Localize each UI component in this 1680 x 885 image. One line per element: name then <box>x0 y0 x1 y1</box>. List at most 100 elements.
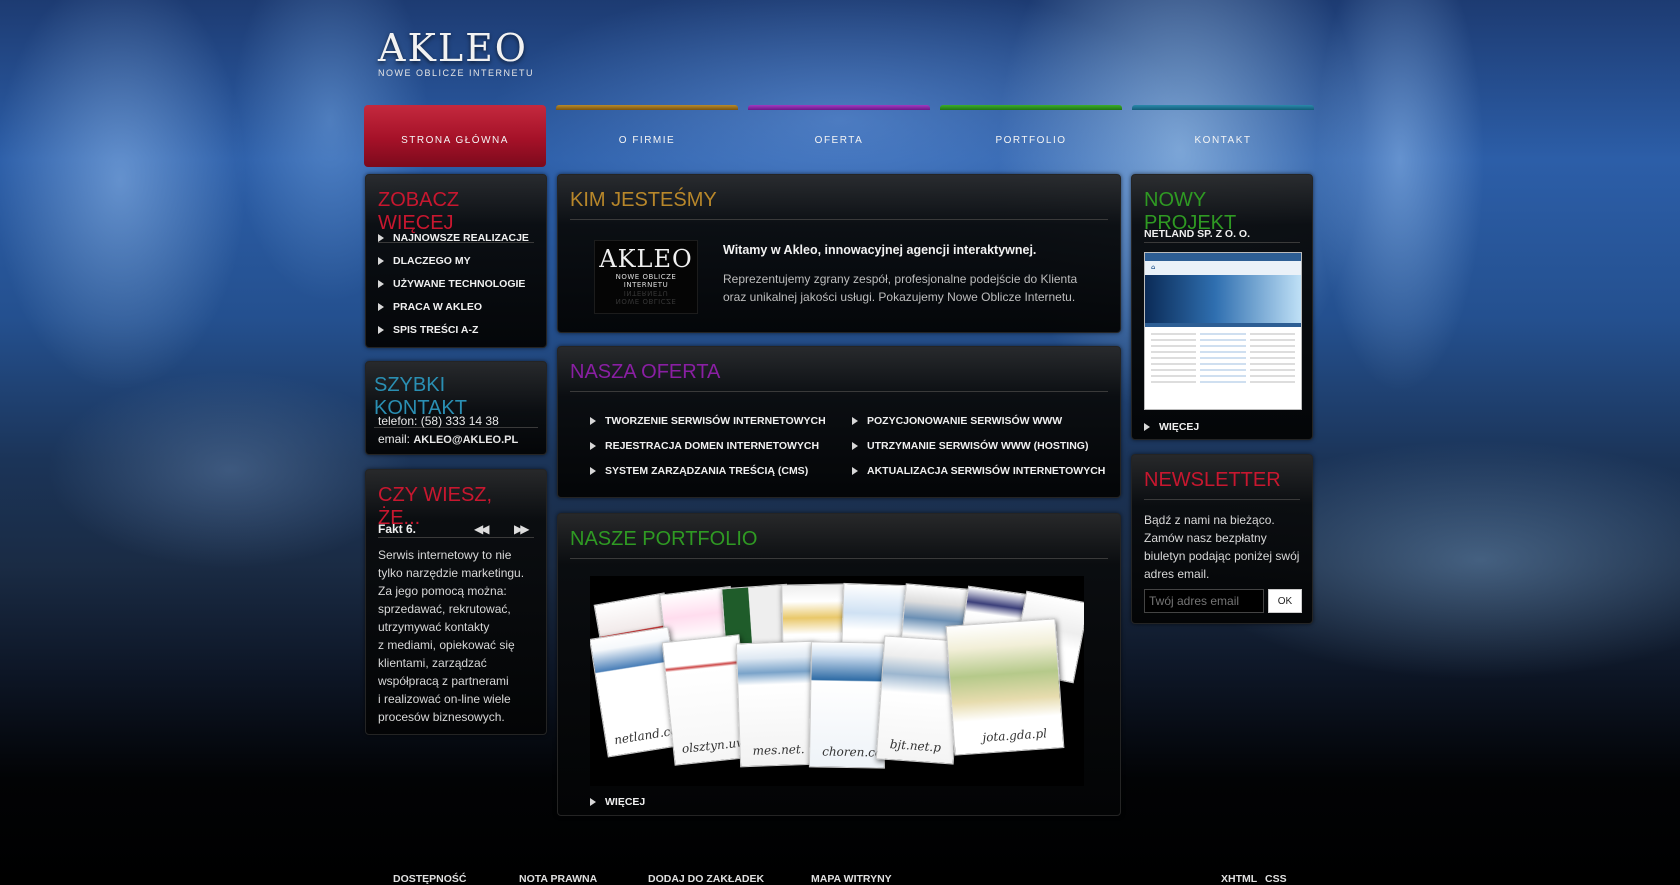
thumb-columns <box>1145 327 1301 389</box>
nav-contact-bar <box>1132 105 1314 110</box>
arrow-right-icon <box>590 798 596 806</box>
akleo-logo-image-name: AKLEO <box>599 245 693 273</box>
akleo-logo-image-tagline: NOWE OBLICZE INTERNETU <box>615 273 677 289</box>
new-project-thumbnail[interactable]: ⌂ <box>1144 252 1302 410</box>
akleo-logo-image: AKLEO NOWE OBLICZE INTERNETU NOWE OBLICZ… <box>594 240 698 314</box>
fact-text: Serwis internetowy to nie tylko narzędzi… <box>378 546 524 726</box>
offer-item-label: SYSTEM ZARZĄDZANIA TREŚCIĄ (CMS) <box>605 465 809 477</box>
offer-panel: NASZA OFERTA TWORZENIE SERWISÓW INTERNET… <box>557 346 1121 498</box>
fact-label: Fakt 6. <box>378 522 417 536</box>
footer-accessibility[interactable]: DOSTĘPNOŚĆ <box>393 873 467 885</box>
nav-portfolio[interactable]: PORTFOLIO <box>940 105 1122 167</box>
arrow-right-icon <box>378 280 384 288</box>
arrow-right-icon <box>1144 423 1150 431</box>
arrow-right-icon <box>852 467 858 475</box>
fact-line: z mediami, opiekować się <box>378 638 515 652</box>
newsletter-line: biuletyn podając poniżej swój <box>1144 549 1300 563</box>
footer-bookmark[interactable]: DODAJ DO ZAKŁADEK <box>648 873 764 885</box>
offer-title: NASZA OFERTA <box>570 361 1108 392</box>
logo-name: AKLEO <box>378 26 528 70</box>
quick-contact-panel: SZYBKI KONTAKT telefon: (58) 333 14 38 e… <box>365 361 547 455</box>
fact-line: i realizować on-line wiele <box>378 692 511 706</box>
offer-item[interactable]: AKTUALIZACJA SERWISÓW INTERNETOWYCH <box>852 463 1105 479</box>
nav-offer-label: OFERTA <box>814 134 864 146</box>
portfolio-card: mes.net. <box>735 640 819 768</box>
see-more-item[interactable]: DLACZEGO MY <box>378 250 529 273</box>
offer-item[interactable]: TWORZENIE SERWISÓW INTERNETOWYCH <box>590 413 826 429</box>
email-line: email: AKLEO@AKLEO.PL <box>378 430 518 448</box>
fact-line: procesów biznesowych. <box>378 710 505 724</box>
nav-home[interactable]: STRONA GŁÓWNA <box>364 105 546 167</box>
portfolio-card-label: bjt.net.p <box>889 737 942 755</box>
site-logo[interactable]: AKLEO NOWE OBLICZE INTERNETU <box>378 26 548 78</box>
see-more-item[interactable]: PRACA W AKLEO <box>378 296 529 319</box>
new-project-panel: NOWY PROJEKT NETLAND SP. Z O. O. ⌂ WIĘCE… <box>1131 174 1313 440</box>
portfolio-card-label: jota.gda.pl <box>981 726 1048 745</box>
offer-item[interactable]: SYSTEM ZARZĄDZANIA TREŚCIĄ (CMS) <box>590 463 808 479</box>
arrow-right-icon <box>378 326 384 334</box>
see-more-item[interactable]: SPIS TREŚCI A-Z <box>378 319 529 342</box>
nav-home-label: STRONA GŁÓWNA <box>401 134 509 146</box>
see-more-item[interactable]: UŻYWANE TECHNOLOGIE <box>378 273 529 296</box>
portfolio-more-label: WIĘCEJ <box>605 796 646 808</box>
double-right-arrow-icon[interactable]: ▶▶ <box>514 522 530 536</box>
fact-line: Serwis internetowy to nie <box>378 548 512 562</box>
arrow-right-icon <box>590 417 596 425</box>
offer-item[interactable]: POZYCJONOWANIE SERWISÓW WWW <box>852 413 1062 429</box>
see-more-list: NAJNOWSZE REALIZACJE DLACZEGO MY UŻYWANE… <box>378 227 529 342</box>
see-more-item[interactable]: NAJNOWSZE REALIZACJE <box>378 227 529 250</box>
new-project-client: NETLAND SP. Z O. O. <box>1144 228 1250 240</box>
arrow-right-icon <box>378 257 384 265</box>
newsletter-email-input[interactable] <box>1144 589 1264 613</box>
offer-item[interactable]: REJESTRACJA DOMEN INTERNETOWYCH <box>590 438 819 454</box>
portfolio-card-label: netland.co <box>613 723 679 748</box>
newsletter-ok-button[interactable]: OK <box>1268 589 1302 613</box>
phone-number[interactable]: (58) 333 14 38 <box>421 414 499 428</box>
thumb-hero <box>1145 275 1301 323</box>
portfolio-panel: NASZE PORTFOLIO netland.co olsztyn.uw.g … <box>557 513 1121 816</box>
nav-about[interactable]: O FIRMIE <box>556 105 738 167</box>
portfolio-card: jota.gda.pl <box>945 618 1065 756</box>
newsletter-line: Zamów nasz bezpłatny <box>1144 531 1267 545</box>
offer-item-label: UTRZYMANIE SERWISÓW WWW (HOSTING) <box>867 440 1089 452</box>
offer-item-label: AKTUALIZACJA SERWISÓW INTERNETOWYCH <box>867 465 1106 477</box>
arrow-right-icon <box>378 303 384 311</box>
see-more-item-label: NAJNOWSZE REALIZACJE <box>393 232 529 244</box>
main-navigation: STRONA GŁÓWNA O FIRMIE OFERTA PORTFOLIO … <box>364 105 1316 167</box>
portfolio-card-label: choren.co <box>822 744 883 760</box>
nav-offer[interactable]: OFERTA <box>748 105 930 167</box>
see-more-item-label: SPIS TREŚCI A-Z <box>393 324 479 336</box>
offer-item[interactable]: UTRZYMANIE SERWISÓW WWW (HOSTING) <box>852 438 1088 454</box>
portfolio-more-link[interactable]: WIĘCEJ <box>590 794 645 810</box>
newsletter-line: adres email. <box>1144 567 1210 581</box>
nav-about-label: O FIRMIE <box>618 134 676 146</box>
footer-css-badge[interactable]: CSS <box>1265 873 1287 885</box>
phone-line: telefon: (58) 333 14 38 <box>378 412 518 430</box>
thumb-top-bar <box>1145 253 1301 261</box>
fact-line: tylko narzędzie marketingu. <box>378 566 525 580</box>
footer-sitemap[interactable]: MAPA WITRYNY <box>811 873 892 885</box>
email-link[interactable]: AKLEO@AKLEO.PL <box>413 434 518 446</box>
quick-contact-details: telefon: (58) 333 14 38 email: AKLEO@AKL… <box>378 412 518 448</box>
portfolio-showcase-image[interactable]: netland.co olsztyn.uw.g mes.net. choren.… <box>590 576 1084 786</box>
footer-xhtml-badge[interactable]: XHTML <box>1221 873 1257 885</box>
akleo-logo-reflection: NOWE OBLICZE INTERNETU <box>615 289 677 305</box>
see-more-item-label: UŻYWANE TECHNOLOGIE <box>393 278 526 290</box>
fact-line: sprzedawać, rekrutować, <box>378 602 511 616</box>
fact-line: utrzymywać kontakty <box>378 620 490 634</box>
nav-contact-label: KONTAKT <box>1194 134 1252 146</box>
thumb-col <box>1200 333 1246 383</box>
see-more-panel: ZOBACZ WIĘCEJ NAJNOWSZE REALIZACJE DLACZ… <box>365 174 547 348</box>
offer-item-label: REJESTRACJA DOMEN INTERNETOWYCH <box>605 440 820 452</box>
arrow-right-icon <box>590 442 596 450</box>
who-we-are-title: KIM JESTEŚMY <box>570 189 1108 220</box>
double-left-arrow-icon[interactable]: ◀◀ <box>474 522 490 536</box>
welcome-text: Reprezentujemy zgrany zespół, profesjona… <box>723 270 1077 306</box>
nav-contact[interactable]: KONTAKT <box>1132 105 1314 167</box>
offer-item-label: POZYCJONOWANIE SERWISÓW WWW <box>867 415 1063 427</box>
new-project-more-link[interactable]: WIĘCEJ <box>1144 419 1199 435</box>
welcome-line: oraz unikalnej jakości usługi. Pokazujem… <box>723 290 1076 304</box>
nav-about-bar <box>556 105 738 110</box>
footer-legal[interactable]: NOTA PRAWNA <box>519 873 597 885</box>
did-you-know-panel: CZY WIESZ, ŻE... Fakt 6. ◀◀ ▶▶ Serwis in… <box>365 469 547 735</box>
